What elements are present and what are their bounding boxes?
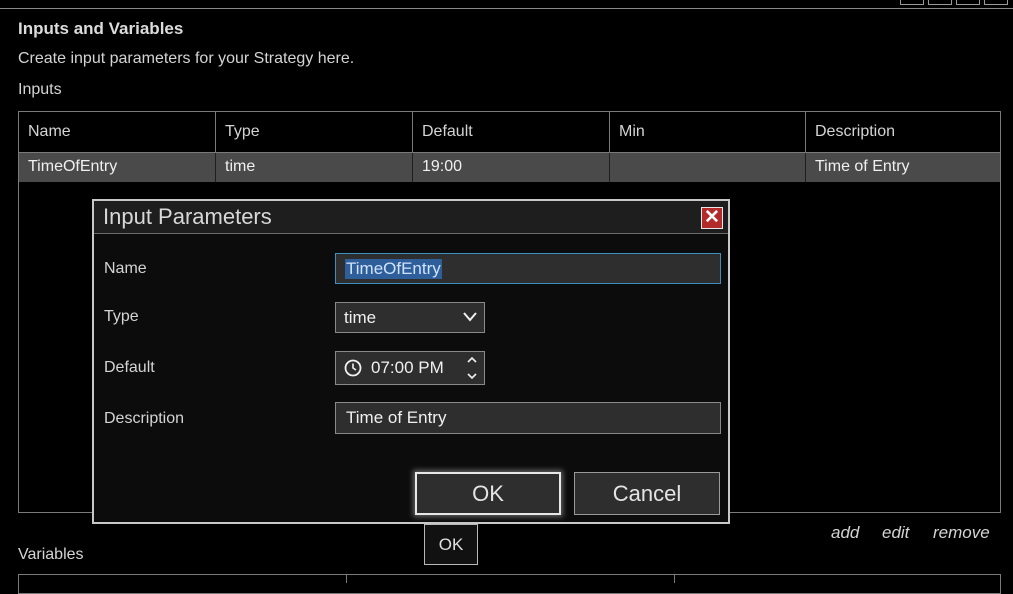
window-button-1[interactable] (900, 0, 924, 5)
type-select[interactable]: time (335, 302, 485, 333)
variables-column-divider (346, 574, 347, 583)
page-subtitle: Create input parameters for your Strateg… (18, 50, 355, 67)
window-top-border (0, 8, 1013, 9)
variables-section-label: Variables (18, 546, 84, 563)
cell-default: 19:00 (413, 153, 610, 182)
spinner-arrows-icon[interactable] (466, 355, 478, 381)
ok-button[interactable]: OK (415, 472, 561, 515)
cell-type: time (216, 153, 413, 182)
name-label: Name (104, 260, 147, 277)
name-input[interactable]: TimeOfEntry (335, 253, 721, 284)
cell-description: Time of Entry (815, 158, 910, 175)
input-parameters-dialog: Input Parameters ✕ Name TimeOfEntry Type… (92, 199, 730, 524)
cell-name: TimeOfEntry (19, 153, 216, 182)
table-row[interactable]: TimeOfEntry time 19:00 Time of Entry (19, 153, 1000, 182)
close-icon[interactable]: ✕ (701, 207, 723, 229)
page-title: Inputs and Variables (18, 19, 184, 38)
chevron-down-icon (463, 312, 477, 322)
add-link[interactable]: add (831, 523, 859, 543)
main-ok-button[interactable]: OK (424, 524, 478, 565)
type-value: time (344, 308, 377, 327)
window-button-3[interactable] (956, 0, 980, 5)
column-header-name[interactable]: Name (19, 112, 216, 153)
window-button-4[interactable] (984, 0, 1008, 5)
cancel-button[interactable]: Cancel (574, 472, 720, 515)
edit-link[interactable]: edit (882, 523, 909, 543)
remove-link[interactable]: remove (933, 523, 990, 543)
default-label: Default (104, 359, 155, 376)
dialog-title-bar[interactable]: Input Parameters ✕ (94, 201, 728, 234)
description-input[interactable]: Time of Entry (335, 402, 721, 434)
type-label: Type (104, 308, 139, 325)
clock-icon (344, 359, 362, 377)
inputs-section-label: Inputs (18, 81, 62, 98)
variables-column-divider (674, 574, 675, 583)
default-time-value: 07:00 PM (371, 358, 444, 377)
column-header-default[interactable]: Default (413, 112, 610, 153)
dialog-title: Input Parameters (103, 204, 272, 229)
column-header-type[interactable]: Type (216, 112, 413, 153)
window-button-2[interactable] (928, 0, 952, 5)
description-value: Time of Entry (346, 408, 447, 427)
description-label: Description (104, 410, 185, 427)
cell-min (610, 153, 806, 182)
column-header-min[interactable]: Min (610, 112, 806, 153)
column-header-description[interactable]: Description (806, 112, 1000, 153)
default-time-input[interactable]: 07:00 PM (335, 351, 485, 385)
variables-table (18, 574, 1001, 594)
name-value: TimeOfEntry (345, 259, 442, 279)
